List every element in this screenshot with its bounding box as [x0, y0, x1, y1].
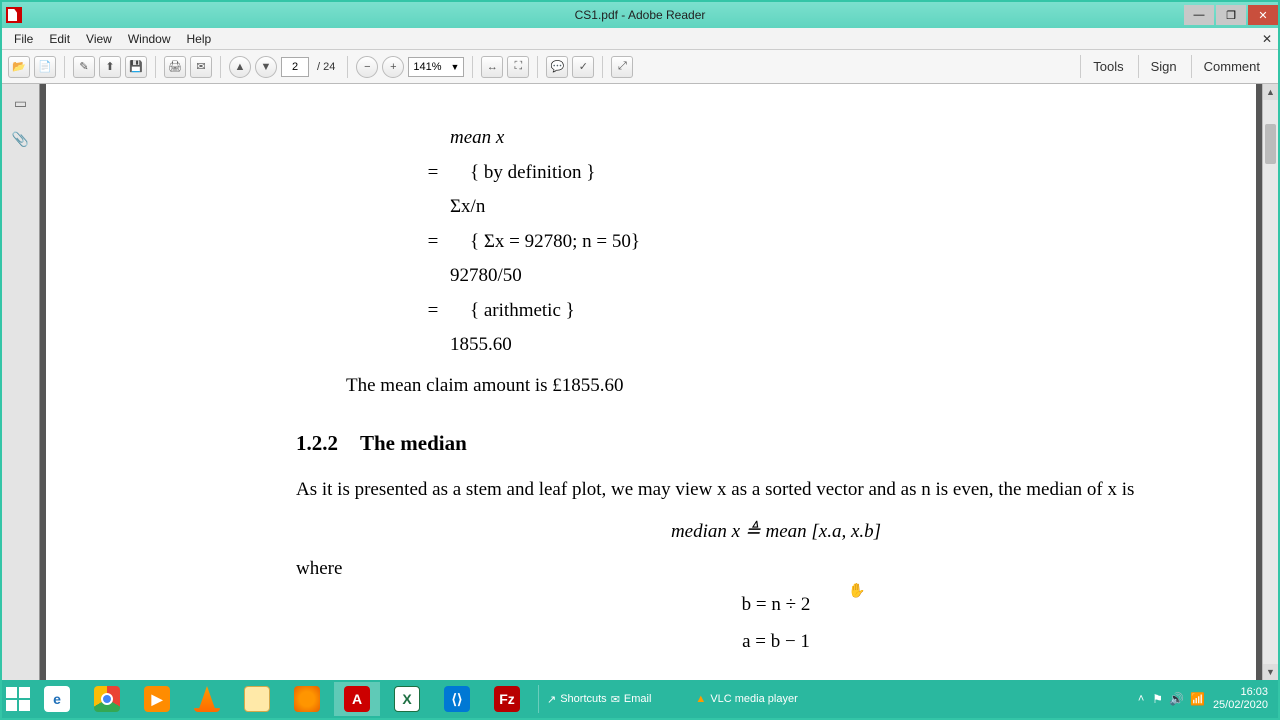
sign-icon[interactable]: ✎ [73, 56, 95, 78]
zoom-select[interactable]: 141%▼ [408, 57, 464, 77]
attachments-icon[interactable]: 📎 [10, 128, 32, 150]
taskbar-filezilla[interactable]: Fz [484, 682, 530, 716]
thumbnails-icon[interactable]: ▭ [10, 92, 32, 114]
menu-view[interactable]: View [78, 30, 120, 48]
email-icon[interactable]: ✉ [190, 56, 212, 78]
hand-cursor-icon: ✋ [848, 582, 865, 599]
scroll-down-icon[interactable]: ▼ [1263, 664, 1278, 680]
comment-icon[interactable]: 💬 [546, 56, 568, 78]
page-viewport[interactable]: mean x ={ by definition } Σx/n ={ Σx = 9… [40, 84, 1278, 680]
math-text: b = n ÷ 2 [356, 591, 1196, 620]
maximize-button[interactable]: ❐ [1216, 5, 1246, 25]
math-text: { arithmetic } [470, 297, 575, 326]
taskbar-excel[interactable]: X [384, 682, 430, 716]
tab-tools[interactable]: Tools [1080, 55, 1135, 78]
toolbar: 📂 📄 ✎ ⬆ 💾 🖨 ✉ ▲ ▼ / 24 − + 141%▼ ↔ ⛶ 💬 ✓… [2, 50, 1278, 84]
math-text: a = b − 1 [356, 628, 1196, 657]
paragraph: As it is presented as a stem and leaf pl… [296, 476, 1196, 505]
tab-comment[interactable]: Comment [1191, 55, 1272, 78]
vertical-scrollbar[interactable]: ▲ ▼ [1262, 84, 1278, 680]
zoom-in-icon[interactable]: + [382, 56, 404, 78]
chevron-down-icon: ▼ [450, 62, 459, 72]
start-button[interactable] [6, 687, 30, 711]
page-total: / 24 [317, 61, 335, 73]
taskbar-firefox[interactable] [284, 682, 330, 716]
menu-help[interactable]: Help [179, 30, 220, 48]
upload-icon[interactable]: ⬆ [99, 56, 121, 78]
tray-icons[interactable]: ⚑🔊📶 [1152, 692, 1205, 706]
highlight-icon[interactable]: ✓ [572, 56, 594, 78]
menu-file[interactable]: File [6, 30, 41, 48]
scroll-thumb[interactable] [1265, 124, 1276, 164]
zoom-out-icon[interactable]: − [356, 56, 378, 78]
math-text: { Σx = 92780; n = 50} [470, 228, 640, 257]
taskbar-vlc-label[interactable]: ▲VLC media player [695, 693, 797, 705]
taskbar-ie[interactable]: e [34, 682, 80, 716]
window-title: CS1.pdf - Adobe Reader [575, 8, 706, 22]
menu-window[interactable]: Window [120, 30, 179, 48]
taskbar-explorer[interactable] [234, 682, 280, 716]
fit-page-icon[interactable]: ⛶ [507, 56, 529, 78]
page-down-icon[interactable]: ▼ [255, 56, 277, 78]
taskbar-vscode[interactable]: ⟨⟩ [434, 682, 480, 716]
taskbar-shortcuts[interactable]: ↗Shortcuts [547, 693, 607, 706]
scroll-up-icon[interactable]: ▲ [1263, 84, 1278, 100]
page-number-input[interactable] [281, 57, 309, 77]
tray-chevron-up-icon[interactable]: ˄ [1138, 693, 1144, 705]
section-heading: 1.2.2The median [296, 428, 1196, 460]
taskbar-chrome[interactable] [84, 682, 130, 716]
sidebar: ▭ 📎 [2, 84, 40, 680]
read-mode-icon[interactable]: ⤢ [611, 56, 633, 78]
tab-sign[interactable]: Sign [1138, 55, 1189, 78]
save-icon[interactable]: 💾 [125, 56, 147, 78]
menu-edit[interactable]: Edit [41, 30, 78, 48]
taskbar-clock[interactable]: 16:03 25/02/2020 [1213, 686, 1268, 712]
taskbar-vlc[interactable] [184, 682, 230, 716]
math-text: { by definition } [470, 159, 595, 188]
open-icon[interactable]: 📂 [8, 56, 30, 78]
menubar: File Edit View Window Help ✕ [2, 28, 1278, 50]
paragraph: where [296, 555, 1196, 584]
taskbar: e ▶ A X ⟨⟩ Fz ↗Shortcuts ✉Email ▲VLC med… [2, 680, 1278, 718]
math-text: 92780/50 [450, 262, 522, 291]
taskbar-email[interactable]: ✉Email [611, 693, 652, 706]
math-text: median x ≜ mean [x.a, x.b] [356, 518, 1196, 547]
minimize-button[interactable]: — [1184, 5, 1214, 25]
math-text: mean x [450, 124, 504, 153]
print-icon[interactable]: 🖨 [164, 56, 186, 78]
taskbar-wmp[interactable]: ▶ [134, 682, 180, 716]
page-up-icon[interactable]: ▲ [229, 56, 251, 78]
titlebar[interactable]: CS1.pdf - Adobe Reader — ❐ ✕ [2, 2, 1278, 28]
close-button[interactable]: ✕ [1248, 5, 1278, 25]
result-text: The mean claim amount is £1855.60 [346, 372, 1196, 401]
fit-width-icon[interactable]: ↔ [481, 56, 503, 78]
math-text: 1855.60 [450, 331, 512, 360]
close-document-button[interactable]: ✕ [1262, 32, 1272, 46]
pdf-icon[interactable]: 📄 [34, 56, 56, 78]
math-text: Σx/n [450, 193, 485, 222]
pdf-page: mean x ={ by definition } Σx/n ={ Σx = 9… [46, 84, 1256, 680]
adobe-reader-icon [6, 7, 22, 23]
taskbar-adobe[interactable]: A [334, 682, 380, 716]
